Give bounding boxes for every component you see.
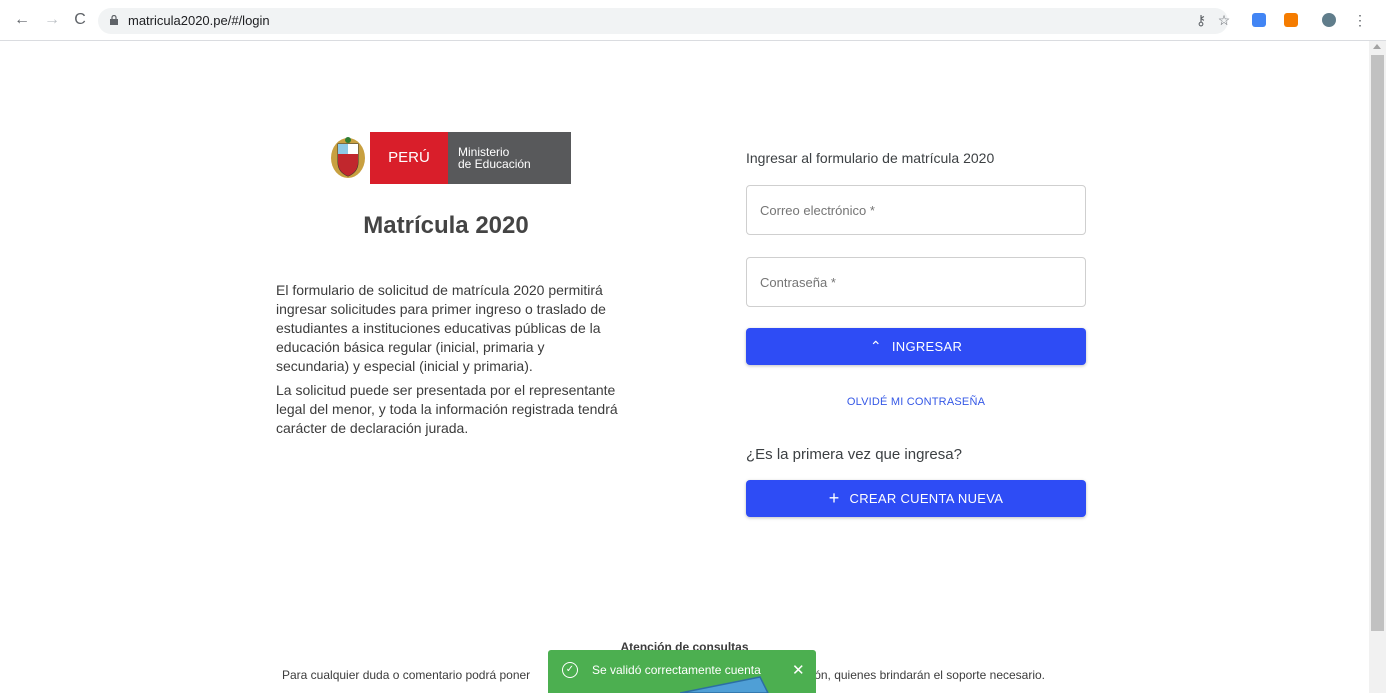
page-description: El formulario de solicitud de matrícula … bbox=[276, 281, 621, 438]
back-icon[interactable]: ← bbox=[12, 10, 32, 30]
forgot-password-link[interactable]: OLVIDÉ MI CONTRASEÑA bbox=[746, 396, 1086, 408]
browser-toolbar: ← → C matricula2020.pe/#/login ⚷ ☆ ⋮ bbox=[0, 0, 1386, 41]
scrollbar[interactable] bbox=[1369, 41, 1386, 693]
footer-text-right: icción, quienes brindarán el soporte nec… bbox=[796, 668, 1046, 682]
url-text: matricula2020.pe/#/login bbox=[128, 13, 270, 28]
close-icon[interactable]: ✕ bbox=[792, 661, 805, 679]
first-time-label: ¿Es la primera vez que ingresa? bbox=[746, 446, 962, 463]
email-input[interactable] bbox=[747, 186, 1085, 234]
extension-orange-icon[interactable] bbox=[1284, 13, 1298, 27]
footer-text-left: Para cualquier duda o comentario podrá p… bbox=[282, 668, 531, 682]
menu-icon[interactable]: ⋮ bbox=[1350, 10, 1370, 30]
password-input[interactable] bbox=[747, 258, 1085, 306]
minedu-logo: PERÚ Ministerio de Educación bbox=[328, 132, 571, 184]
address-bar[interactable]: matricula2020.pe/#/login bbox=[98, 8, 1228, 34]
login-heading: Ingresar al formulario de matrícula 2020 bbox=[746, 150, 995, 166]
ministry-line-2: de Educación bbox=[458, 157, 531, 171]
page-title: Matrícula 2020 bbox=[363, 212, 529, 239]
create-account-button-label: CREAR CUENTA NUEVA bbox=[849, 491, 1004, 506]
profile-avatar[interactable] bbox=[1322, 13, 1336, 27]
pointer-arrow-icon bbox=[680, 676, 769, 693]
create-account-button[interactable]: + CREAR CUENTA NUEVA bbox=[746, 480, 1086, 517]
peru-label: PERÚ bbox=[370, 132, 448, 184]
star-icon[interactable]: ☆ bbox=[1214, 10, 1234, 30]
ministry-label: Ministerio de Educación bbox=[448, 132, 571, 184]
plus-icon: + bbox=[828, 488, 840, 508]
email-field[interactable] bbox=[746, 185, 1086, 235]
login-button[interactable]: ⌃ INGRESAR bbox=[746, 328, 1086, 365]
extension-zoom-icon[interactable] bbox=[1252, 13, 1266, 27]
lock-icon bbox=[110, 15, 118, 25]
scroll-thumb[interactable] bbox=[1371, 55, 1384, 631]
description-paragraph-2: La solicitud puede ser presentada por el… bbox=[276, 382, 618, 436]
chevron-up-icon: ⌃ bbox=[869, 338, 882, 354]
peru-coat-of-arms-icon bbox=[331, 137, 365, 178]
description-paragraph-1: El formulario de solicitud de matrícula … bbox=[276, 282, 606, 374]
key-icon[interactable]: ⚷ bbox=[1191, 10, 1211, 30]
login-button-label: INGRESAR bbox=[891, 339, 963, 354]
reload-icon[interactable]: C bbox=[70, 10, 90, 30]
forward-icon[interactable]: → bbox=[42, 10, 62, 30]
check-circle-icon: ✓ bbox=[562, 662, 578, 678]
scroll-up-icon[interactable] bbox=[1373, 44, 1381, 49]
password-field[interactable] bbox=[746, 257, 1086, 307]
